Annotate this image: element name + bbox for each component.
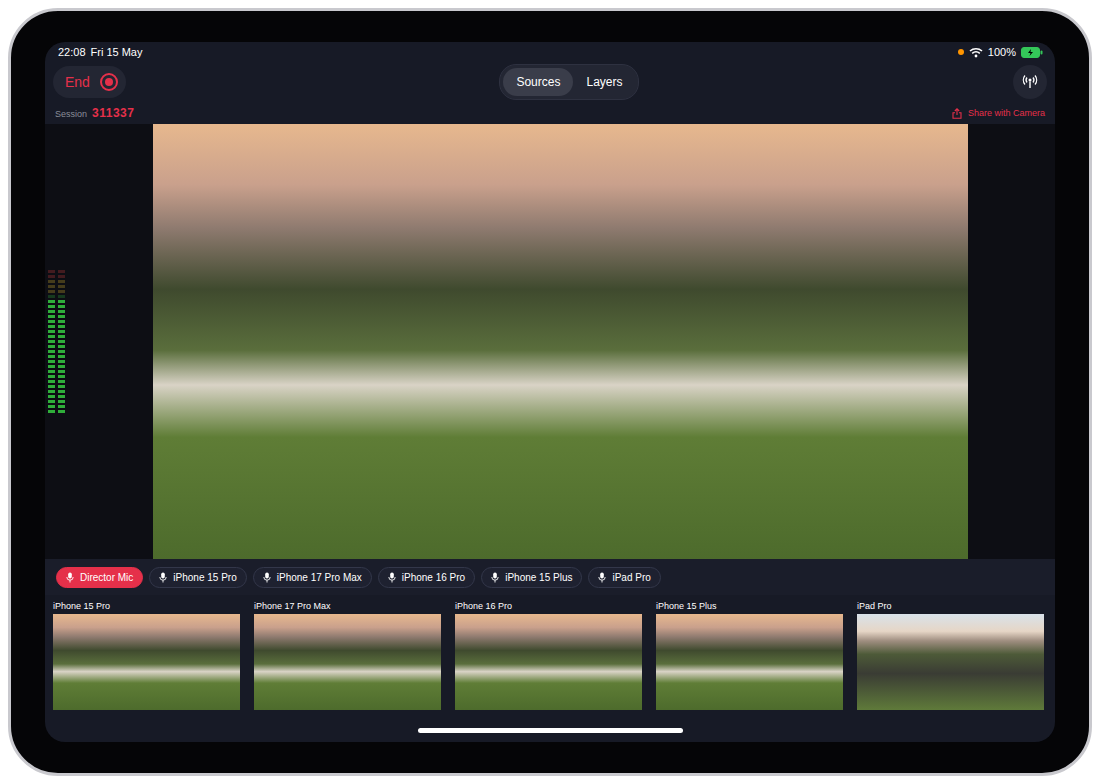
session-label: Session xyxy=(55,109,87,119)
time: 22:08 xyxy=(58,46,86,58)
source-preview xyxy=(455,614,642,710)
source-card[interactable]: iPhone 15 Plus xyxy=(656,601,843,710)
left-gutter xyxy=(45,124,153,559)
wifi-icon xyxy=(969,47,983,58)
mic-chip[interactable]: iPad Pro xyxy=(588,567,660,588)
session-code: 311337 xyxy=(92,106,134,120)
source-card[interactable]: iPad Pro xyxy=(857,601,1044,710)
battery-icon xyxy=(1021,47,1043,58)
antenna-icon xyxy=(1022,74,1038,90)
mic-icon xyxy=(159,572,167,583)
session-row: Session 311337 Share with Camera xyxy=(45,102,1055,124)
source-preview xyxy=(254,614,441,710)
mic-icon xyxy=(598,572,606,583)
source-label: iPhone 17 Pro Max xyxy=(254,601,441,611)
mic-chip[interactable]: iPhone 15 Pro xyxy=(149,567,246,588)
source-preview xyxy=(656,614,843,710)
view-tabs: SourcesLayers xyxy=(499,64,639,100)
right-gutter xyxy=(968,124,1055,559)
record-icon xyxy=(100,73,118,91)
tab[interactable]: Layers xyxy=(573,68,635,96)
mic-chip[interactable]: Director Mic xyxy=(56,567,143,588)
source-label: iPad Pro xyxy=(857,601,1044,611)
source-card[interactable]: iPhone 17 Pro Max xyxy=(254,601,441,710)
screen: 22:08 Fri 15 May 100% End SourcesLayers … xyxy=(45,42,1055,742)
mic-chip[interactable]: iPhone 16 Pro xyxy=(378,567,475,588)
date: Fri 15 May xyxy=(91,46,143,58)
mic-icon xyxy=(491,572,499,583)
source-label: iPhone 15 Pro xyxy=(53,601,240,611)
ipad-frame: 22:08 Fri 15 May 100% End SourcesLayers … xyxy=(8,8,1092,776)
mic-icon xyxy=(388,572,396,583)
meter-channel xyxy=(48,270,55,413)
home-area xyxy=(45,710,1055,742)
mic-chip[interactable]: iPhone 15 Plus xyxy=(481,567,582,588)
clock: 22:08 Fri 15 May xyxy=(57,46,143,58)
source-preview xyxy=(857,614,1044,710)
status-icons: 100% xyxy=(958,46,1043,58)
mic-in-use-icon xyxy=(958,49,964,55)
broadcast-button[interactable] xyxy=(1013,65,1047,99)
meter-channel xyxy=(58,270,65,413)
mic-icon xyxy=(263,572,271,583)
toolbar: End SourcesLayers xyxy=(45,62,1055,102)
source-card[interactable]: iPhone 15 Pro xyxy=(53,601,240,710)
home-indicator[interactable] xyxy=(418,728,683,733)
program-preview xyxy=(153,124,968,559)
source-preview xyxy=(53,614,240,710)
mic-icon xyxy=(66,572,74,583)
source-label: iPhone 15 Plus xyxy=(656,601,843,611)
audio-meter xyxy=(48,270,65,413)
session: Session 311337 xyxy=(55,106,134,120)
mic-chip[interactable]: iPhone 17 Pro Max xyxy=(253,567,372,588)
source-card[interactable]: iPhone 16 Pro xyxy=(455,601,642,710)
tab[interactable]: Sources xyxy=(503,68,573,96)
end-button[interactable]: End xyxy=(53,66,126,98)
battery-percent: 100% xyxy=(988,46,1016,58)
source-label: iPhone 16 Pro xyxy=(455,601,642,611)
source-list: iPhone 15 Pro iPhone 17 Pro Max iPhone 1… xyxy=(45,595,1055,710)
status-bar: 22:08 Fri 15 May 100% xyxy=(45,42,1055,62)
share-button[interactable]: Share with Camera xyxy=(952,108,1045,119)
mic-selector: Director Mic iPhone 15 Pro iPhone 17 Pro… xyxy=(45,559,1055,595)
program-area xyxy=(45,124,1055,559)
share-icon xyxy=(952,108,962,119)
